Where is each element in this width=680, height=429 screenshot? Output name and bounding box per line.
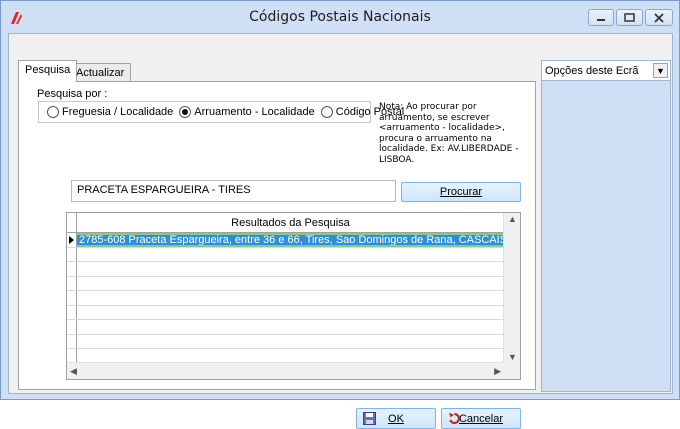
chevron-down-icon[interactable]: ▼ <box>653 63 668 78</box>
tab-pesquisa[interactable]: Pesquisa <box>18 60 78 82</box>
search-button-label: Procurar <box>439 186 483 198</box>
search-note: Nota: Ao procurar por arruamento, se esc… <box>379 102 519 165</box>
table-row[interactable] <box>67 276 504 291</box>
radio-unchecked-icon <box>320 106 333 118</box>
search-button[interactable]: Procurar <box>401 182 521 202</box>
table-row[interactable] <box>67 320 504 335</box>
save-icon <box>363 412 376 425</box>
row-selector[interactable] <box>67 276 77 290</box>
scroll-left-icon[interactable]: ◀ <box>70 366 77 377</box>
tab-actualizar[interactable]: Actualizar <box>69 63 132 82</box>
close-icon <box>654 12 664 23</box>
row-selector[interactable] <box>67 233 77 247</box>
ok-button[interactable]: OK <box>356 408 436 429</box>
ok-button-label: OK <box>388 412 404 425</box>
result-cell[interactable] <box>77 320 504 334</box>
screen-options-label: Opções deste Ecrã <box>545 65 639 77</box>
result-cell[interactable] <box>77 349 504 363</box>
row-selector[interactable] <box>67 291 77 305</box>
row-header-corner <box>67 213 77 233</box>
radio-label: Arruamento - Localidade <box>194 106 315 118</box>
cancel-button[interactable]: Cancelar <box>441 408 521 429</box>
table-row[interactable]: 2785-608 Praceta Espargueira, entre 36 e… <box>67 233 504 248</box>
result-cell[interactable] <box>77 335 504 349</box>
row-selector[interactable] <box>67 334 77 348</box>
radio-freguesia-localidade[interactable]: Freguesia / Localidade <box>47 106 173 118</box>
search-input[interactable]: PRACETA ESPARGUEIRA - TIRES <box>71 180 396 202</box>
minimize-button[interactable] <box>588 9 614 26</box>
horizontal-scrollbar[interactable]: ◀ ▶ <box>67 362 504 379</box>
row-selector[interactable] <box>67 247 77 261</box>
row-selector[interactable] <box>67 320 77 334</box>
table-row[interactable] <box>67 305 504 320</box>
radio-arruamento-localidade[interactable]: Arruamento - Localidade <box>179 106 315 118</box>
scrollbar-corner <box>503 362 520 379</box>
result-cell[interactable] <box>77 306 504 320</box>
undo-icon <box>449 412 461 425</box>
radio-unchecked-icon <box>47 106 59 118</box>
search-tab-panel: Pesquisa por : Freguesia / Localidade Ar… <box>18 81 536 429</box>
results-header: Resultados da Pesquisa <box>67 213 504 233</box>
screen-options-dropdown[interactable]: Opções deste Ecrã ▼ <box>542 61 670 81</box>
title-bar[interactable]: Códigos Postais Nacionais <box>1 1 679 33</box>
window-title: Códigos Postais Nacionais <box>249 9 431 25</box>
table-row[interactable] <box>67 262 504 277</box>
app-window: Códigos Postais Nacionais Pesquisa Actua… <box>0 0 680 429</box>
result-cell[interactable] <box>77 248 504 262</box>
minimize-icon <box>597 18 605 21</box>
row-selector[interactable] <box>67 349 77 363</box>
result-cell[interactable] <box>77 262 504 276</box>
radio-label: Freguesia / Localidade <box>62 106 174 118</box>
row-selector[interactable] <box>67 262 77 276</box>
close-button[interactable] <box>645 9 673 26</box>
row-selector[interactable] <box>67 305 77 319</box>
result-cell[interactable] <box>77 291 504 305</box>
current-row-arrow-icon <box>69 236 74 244</box>
radio-checked-icon <box>179 106 192 118</box>
results-body: 2785-608 Praceta Espargueira, entre 36 e… <box>67 233 504 364</box>
table-row[interactable] <box>67 291 504 306</box>
results-column-header[interactable]: Resultados da Pesquisa <box>77 213 504 232</box>
table-row[interactable] <box>67 334 504 349</box>
table-row[interactable] <box>67 247 504 262</box>
vertical-scrollbar[interactable]: ▲ ▼ <box>503 213 520 363</box>
scroll-up-icon[interactable]: ▲ <box>508 214 517 224</box>
search-mode-group: Freguesia / Localidade Arruamento - Loca… <box>38 101 404 123</box>
scroll-down-icon[interactable]: ▼ <box>508 352 517 362</box>
search-by-label: Pesquisa por : <box>37 88 108 100</box>
result-cell[interactable]: 2785-608 Praceta Espargueira, entre 36 e… <box>77 233 504 247</box>
results-grid[interactable]: Resultados da Pesquisa 2785-608 Praceta … <box>66 212 521 380</box>
maximize-button[interactable] <box>616 9 643 26</box>
maximize-icon <box>624 13 635 22</box>
client-area: Pesquisa Actualizar Pesquisa por : Fregu… <box>8 33 673 429</box>
cancel-button-label: Cancelar <box>458 412 504 425</box>
options-panel: Opções deste Ecrã ▼ <box>541 60 671 392</box>
result-cell[interactable] <box>77 277 504 291</box>
scroll-right-icon[interactable]: ▶ <box>494 366 501 377</box>
